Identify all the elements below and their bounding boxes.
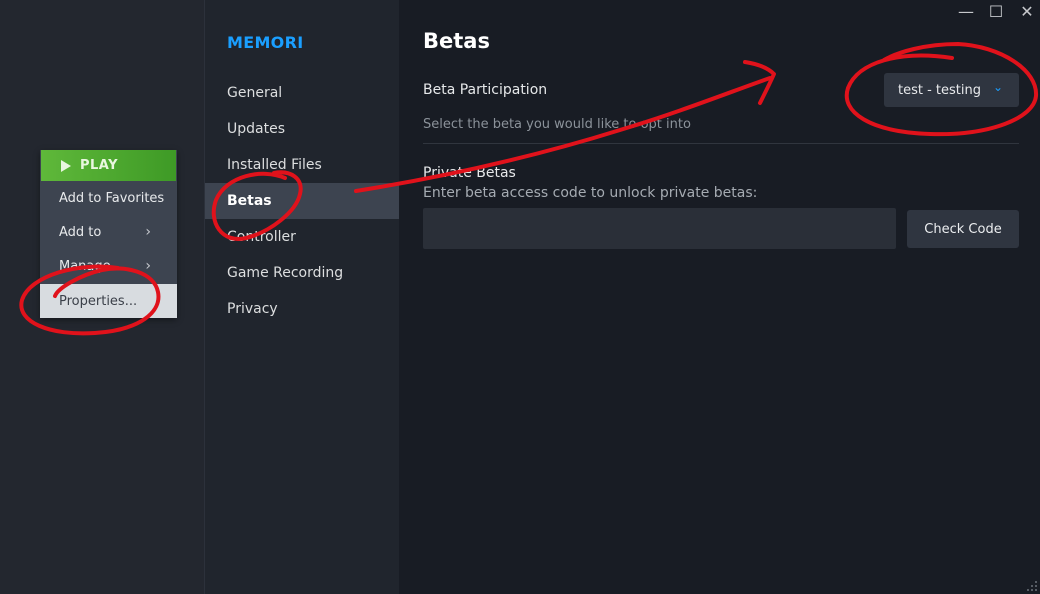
nav-item-installed-files[interactable]: Installed Files (205, 147, 399, 183)
close-button[interactable]: ✕ (1015, 2, 1039, 21)
beta-select-dropdown[interactable]: test - testing ⌄ (884, 73, 1019, 107)
nav-item-betas[interactable]: Betas (205, 183, 399, 219)
resize-grip-icon[interactable] (1026, 580, 1038, 592)
minimize-button[interactable]: — (954, 2, 978, 21)
beta-participation-description: Select the beta you would like to opt in… (423, 117, 691, 132)
private-betas-description: Enter beta access code to unlock private… (423, 185, 758, 201)
section-divider (423, 143, 1019, 144)
page-title: Betas (423, 29, 490, 53)
nav-item-label: General (227, 85, 283, 101)
app-title: MEMORI (227, 33, 304, 52)
beta-code-input[interactable] (423, 208, 896, 249)
nav-item-controller[interactable]: Controller (205, 219, 399, 255)
play-icon (61, 159, 71, 172)
properties-nav: MEMORI General Updates Installed Files B… (205, 0, 399, 594)
nav-item-label: Controller (227, 229, 296, 245)
chevron-down-icon: ⌄ (992, 80, 1003, 94)
menu-item-add-to-favorites[interactable]: Add to Favorites (40, 181, 177, 215)
menu-item-add-to[interactable]: Add to › (40, 215, 177, 249)
nav-item-general[interactable]: General (205, 75, 399, 111)
game-context-menu: PLAY Add to Favorites Add to › Manage › … (40, 150, 177, 318)
nav-item-label: Game Recording (227, 265, 344, 281)
beta-select-value: test - testing (898, 82, 981, 98)
beta-participation-label: Beta Participation (423, 82, 548, 98)
nav-item-privacy[interactable]: Privacy (205, 291, 399, 327)
menu-item-manage[interactable]: Manage › (40, 249, 177, 283)
nav-item-game-recording[interactable]: Game Recording (205, 255, 399, 291)
menu-item-label: Add to (59, 224, 102, 240)
play-label: PLAY (80, 158, 119, 173)
nav-item-label: Betas (227, 193, 272, 209)
chevron-right-icon: › (145, 224, 151, 240)
menu-item-label: Manage (59, 258, 111, 274)
menu-item-label: Add to Favorites (59, 190, 165, 206)
nav-item-label: Installed Files (227, 157, 322, 173)
betas-panel: — ☐ ✕ Betas Beta Participation Select th… (399, 0, 1040, 594)
menu-item-properties[interactable]: Properties... (40, 284, 177, 318)
nav-item-label: Privacy (227, 301, 278, 317)
private-betas-label: Private Betas (423, 165, 516, 181)
chevron-right-icon: › (145, 258, 151, 274)
nav-item-updates[interactable]: Updates (205, 111, 399, 147)
check-code-button[interactable]: Check Code (907, 210, 1019, 248)
menu-item-label: Properties... (59, 293, 138, 309)
nav-item-label: Updates (227, 121, 285, 137)
play-button[interactable]: PLAY (41, 150, 176, 181)
maximize-button[interactable]: ☐ (984, 2, 1008, 21)
